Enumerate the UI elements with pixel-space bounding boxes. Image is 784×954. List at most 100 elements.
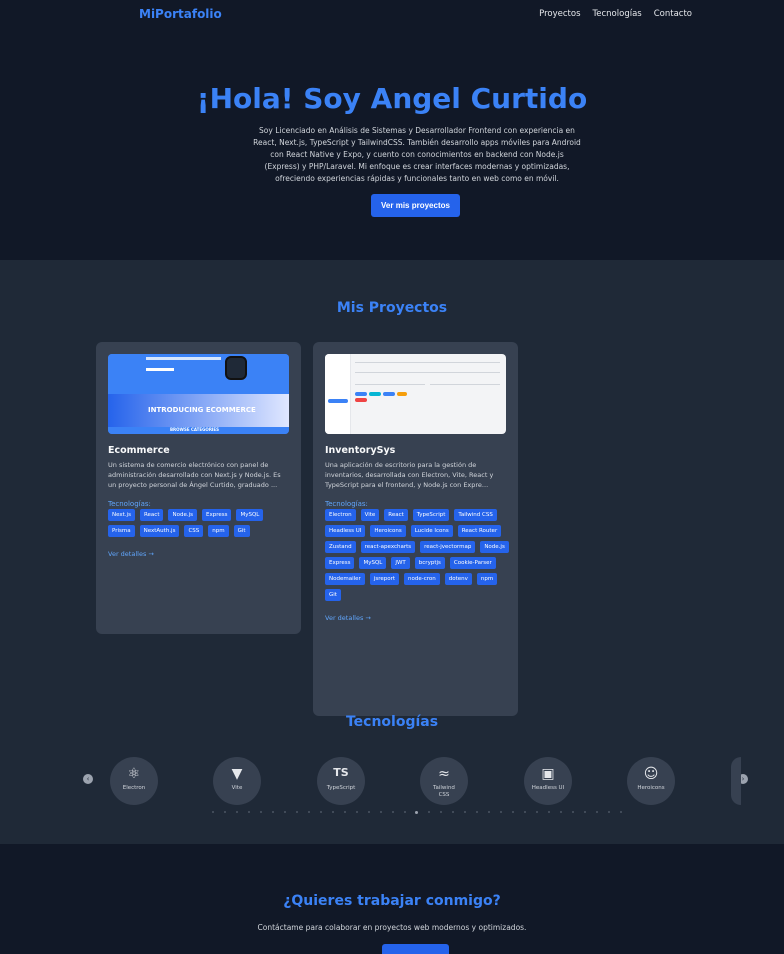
projects-title: Mis Proyectos [336,300,448,316]
tech-item-headlessui[interactable]: ▣ Headless UI [524,757,572,805]
carousel-dot[interactable] [452,811,455,813]
carousel-dot[interactable] [415,811,419,814]
carousel-dot[interactable] [247,811,250,813]
electron-icon: ⚛ [127,766,141,782]
typescript-icon: TS [333,766,349,779]
project-name: InventorySys [325,445,396,456]
carousel-dot[interactable] [596,811,598,813]
tag: jsreport [369,573,399,585]
tech-label: Heroicons [637,785,665,791]
carousel-dot[interactable] [355,811,358,813]
tag: Node.js [168,509,197,521]
carousel-dot[interactable] [476,811,479,813]
tag: react-apexcharts [360,541,416,553]
tag: Vite [360,509,380,521]
carousel-dot[interactable] [440,811,443,813]
tech-item-electron[interactable]: ⚛ Electron [110,757,158,805]
carousel-dot[interactable] [283,811,286,813]
carousel-dot[interactable] [512,811,515,813]
carousel-dot[interactable] [548,811,551,813]
tag: Zustand [325,541,356,553]
carousel-dot[interactable] [295,811,298,813]
headlessui-icon: ▣ [541,766,555,782]
tag: node-cron [404,573,440,585]
carousel-dot[interactable] [536,811,539,813]
tag: npm [476,573,498,585]
carousel-dot[interactable] [560,811,563,813]
carousel-dot[interactable] [307,811,310,813]
heroicons-icon: ☺ [643,766,659,782]
watch-image [225,356,247,380]
carousel-dot[interactable] [343,811,346,813]
carousel-dot[interactable] [464,811,467,813]
carousel-dot[interactable] [488,811,491,813]
carousel-dot[interactable] [319,811,322,813]
tag-list: Next.js React Node.js Express MySQL Pris… [108,509,293,537]
nav-tecnologias[interactable]: Tecnologías [593,9,642,19]
project-description: Un sistema de comercio electrónico con p… [108,461,281,489]
carousel-dot[interactable] [367,811,370,813]
tech-label: Headless UI [531,785,565,791]
projects-section: Mis Proyectos INTRODUCING ECOMMERCE BROW… [0,260,784,844]
carousel-dot[interactable] [607,811,610,813]
carousel-dot[interactable] [619,811,622,813]
project-name: Ecommerce [108,445,170,456]
carousel-dot[interactable] [572,811,575,813]
hero-section: ¡Hola! Soy Angel Curtido Soy Licenciado … [0,30,784,260]
tech-item-typescript[interactable]: TS TypeScript [317,757,365,805]
brand-logo[interactable]: MiPortafolio [139,7,222,21]
tech-label: Tailwind CSS [433,785,455,798]
tag: Headless UI [325,525,366,537]
nav-contacto[interactable]: Contacto [654,9,692,19]
tag: Nodemailer [325,573,365,585]
header: MiPortafolio Proyectos Tecnologías Conta… [0,0,784,30]
tag: Prisma [108,525,135,537]
carousel-dot[interactable] [223,811,226,813]
vite-icon: ▼ [231,766,243,782]
carousel-dot[interactable] [235,811,238,813]
carousel-dot[interactable] [259,811,262,813]
tailwind-icon: ≈ [438,766,450,782]
carousel-dot[interactable] [428,811,431,813]
tag: Next.js [108,509,135,521]
tag: npm [208,525,229,537]
carousel-dot[interactable] [212,811,214,813]
carousel-dot[interactable] [584,811,587,813]
carousel-dots [212,811,622,814]
tag: Lucide Icons [410,525,453,537]
tag: Tailwind CSS [454,509,497,521]
tag: React [384,509,408,521]
carousel-dot[interactable] [500,811,503,813]
tech-label: Tecnologías: [108,500,151,508]
tech-item-vite[interactable]: ▼ Vite [213,757,261,805]
tech-item-tailwind[interactable]: ≈ Tailwind CSS [420,757,468,805]
carousel-dot[interactable] [379,811,382,813]
technologies-carousel: ⚛ Electron ▼ Vite TS TypeScript ≈ Tailwi… [0,757,784,807]
view-details-link[interactable]: Ver detalles → [325,614,371,622]
nav-proyectos[interactable]: Proyectos [539,9,580,19]
tag: React Router [457,525,502,537]
carousel-dot[interactable] [524,811,527,813]
tag: NextAuth.js [139,525,180,537]
contact-button[interactable] [382,944,449,954]
tech-label: Tecnologías: [325,500,368,508]
carousel-dot[interactable] [391,811,394,813]
carousel-dot[interactable] [403,811,406,813]
project-thumbnail[interactable]: INTRODUCING ECOMMERCE BROWSE CATEGORIES [108,354,289,434]
hero-title: ¡Hola! Soy Angel Curtido [196,82,588,115]
tech-item-heroicons[interactable]: ☺ Heroicons [627,757,675,805]
carousel-dot[interactable] [271,811,274,813]
project-thumbnail[interactable] [325,354,506,434]
tag: React [139,509,164,521]
tag: dotenv [444,573,472,585]
tag: Express [325,557,355,569]
project-card-inventorysys[interactable]: InventorySys Una aplicación de escritori… [313,342,518,716]
carousel-dot[interactable] [331,811,334,813]
tech-label: Vite [231,785,243,791]
tag: MySQL [359,557,387,569]
tag: CSS [184,525,204,537]
project-card-ecommerce[interactable]: INTRODUCING ECOMMERCE BROWSE CATEGORIES … [96,342,301,634]
tag: TypeScript [412,509,450,521]
view-details-link[interactable]: Ver detalles → [108,550,154,558]
view-projects-button[interactable]: Ver mis proyectos [371,194,460,217]
